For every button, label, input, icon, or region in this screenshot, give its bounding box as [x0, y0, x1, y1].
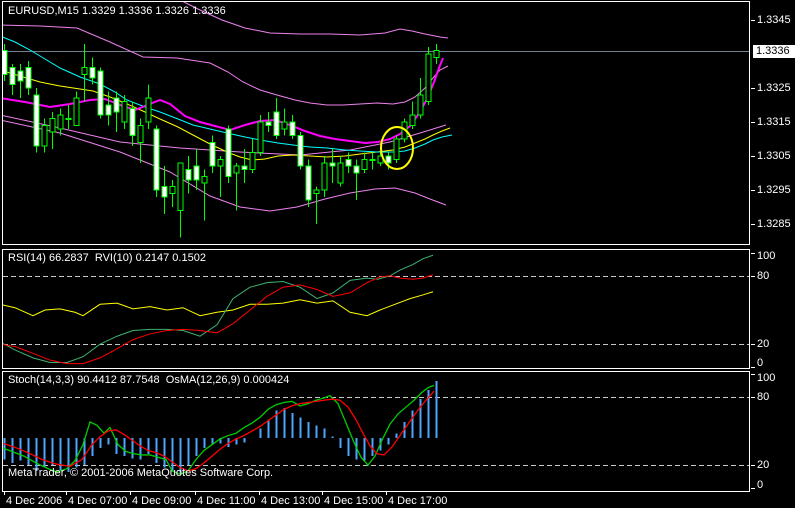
indicator-axis-label: 0 [757, 479, 764, 491]
price-axis-label: 1.3295 [757, 184, 791, 196]
indicator-axis-label: 80 [757, 390, 770, 403]
chart-window: EURUSD,M15 1.3329 1.3336 1.3326 1.3336 R… [0, 0, 795, 508]
time-axis-label: 4 Dec 07:00 [68, 495, 128, 507]
stoch-label: Stoch(14,3,3) 90.4412 87.7548 OsMA(12,26… [8, 374, 290, 386]
ohlc-values-label: 1.3329 1.3336 1.3326 1.3336 [81, 5, 226, 17]
time-axis-label: 4 Dec 2006 [6, 495, 63, 507]
indicator-axis-label: 0 [757, 357, 764, 369]
indicator-axis-label: 20 [757, 459, 770, 472]
time-axis-label: 4 Dec 15:00 [324, 495, 384, 507]
time-axis-label: 4 Dec 11:00 [197, 495, 256, 507]
time-axis-label: 4 Dec 13:00 [261, 495, 321, 507]
chart-title: EURUSD,M15 1.3329 1.3336 1.3326 1.3336 [8, 5, 226, 17]
symbol-period-label: EURUSD,M15 [8, 5, 79, 17]
price-axis[interactable] [751, 0, 795, 492]
indicator-axis-label: 20 [757, 338, 770, 351]
bid-price-label: 1.3336 [753, 45, 795, 58]
indicator-axis-label: 80 [757, 269, 770, 282]
time-axis-label: 4 Dec 09:00 [132, 495, 192, 507]
rsi-label: RSI(14) 66.2837 RVI(10) 0.2147 0.1502 [8, 252, 206, 264]
price-axis-label: 1.3285 [757, 218, 791, 230]
price-axis-label: 1.3325 [757, 82, 791, 94]
time-axis-label: 4 Dec 17:00 [388, 495, 448, 507]
copyright-text: MetaTrader, © 2001-2006 MetaQuotes Softw… [8, 467, 274, 479]
rsi-indicator-panel[interactable] [2, 249, 750, 369]
indicator-axis-label: 100 [757, 372, 776, 384]
main-chart-panel[interactable] [2, 1, 750, 245]
price-axis-label: 1.3305 [757, 150, 791, 162]
price-axis-label: 1.3345 [757, 14, 791, 26]
indicator-axis-label: 100 [757, 250, 776, 262]
price-axis-label: 1.3315 [757, 116, 791, 128]
